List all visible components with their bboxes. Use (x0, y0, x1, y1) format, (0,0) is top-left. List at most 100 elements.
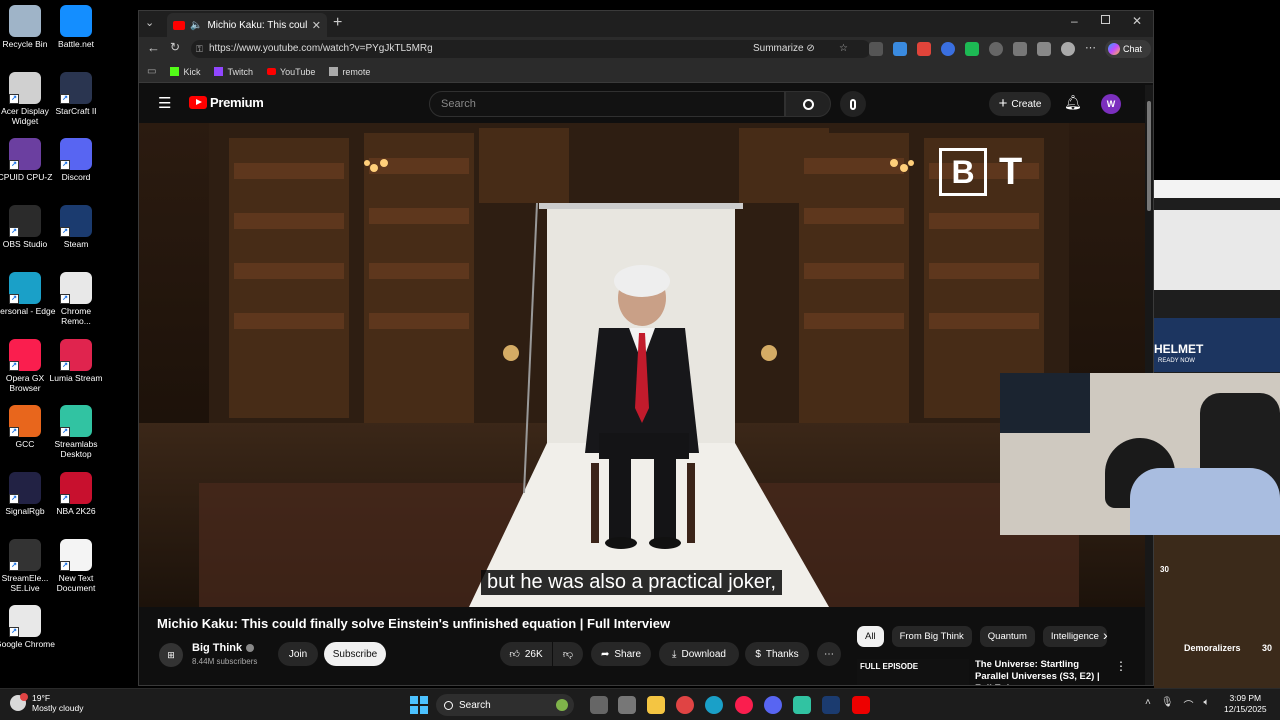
join-button[interactable]: Join (278, 642, 318, 666)
chips-next-icon[interactable]: › (1103, 627, 1108, 643)
shortcut-arrow-icon: ↗ (60, 493, 70, 504)
chip-quantum[interactable]: Quantum (979, 626, 1035, 647)
up-next-menu-icon[interactable]: ⋮ (1115, 659, 1127, 673)
voice-search-button[interactable] (840, 91, 866, 117)
up-next-thumbnail[interactable]: FULL EPISODE (857, 659, 969, 685)
shortcut-arrow-icon: ↗ (60, 93, 70, 104)
starcraft-icon: ↗ (60, 71, 92, 104)
desktop-icon[interactable]: ↗ Discord (45, 138, 107, 182)
up-next-title[interactable]: The Universe: Startling Parallel Univers… (975, 659, 1107, 685)
folder-icon[interactable] (647, 696, 665, 714)
file-explorer-app-icon[interactable] (618, 696, 636, 714)
start-button[interactable] (410, 696, 428, 714)
scrollbar-thumb[interactable] (1147, 101, 1151, 211)
notifications-bell-icon[interactable]: 🔔︎ (1064, 94, 1082, 111)
search-button[interactable] (785, 91, 831, 117)
copilot-chat-button[interactable]: Chat (1105, 40, 1151, 58)
desktop-icon[interactable]: ↗ Streamlabs Desktop (45, 405, 107, 459)
channel-name[interactable]: Big Think (192, 642, 255, 654)
youtube-premium-logo[interactable]: Premium (189, 95, 264, 110)
reading-view-icon[interactable]: ▭ (147, 66, 156, 77)
extension-icon[interactable] (869, 42, 883, 56)
desktop-icon[interactable]: ↗ StarCraft II (45, 71, 107, 116)
steam-taskbar-icon[interactable] (822, 696, 840, 714)
favorite-star-icon[interactable]: ☆ (839, 40, 848, 58)
thanks-button[interactable]: $ Thanks (745, 642, 809, 666)
extension-icon[interactable] (1013, 42, 1027, 56)
battlenet-icon (60, 5, 92, 37)
helmet-ad: HELMET READY NOW (1154, 318, 1280, 372)
profile-icon[interactable] (1061, 42, 1075, 56)
microphone-tray-icon[interactable]: 🎙︎ (1161, 697, 1174, 712)
bookmark-twitch[interactable]: Twitch (214, 67, 253, 77)
network-icon[interactable]: ⌒ (1184, 697, 1194, 712)
desktop-icon[interactable]: ↗ Google Chrome (0, 605, 56, 649)
url-field[interactable]: ⚿ https://www.youtube.com/watch?v=PYgJkT… (191, 40, 871, 58)
discord-taskbar-icon[interactable] (764, 696, 782, 714)
summarize-button[interactable]: Summarize ⊘ (753, 40, 815, 58)
volume-icon[interactable]: 🔈︎ (1204, 697, 1210, 712)
desktop-icon[interactable]: ↗ Chrome Remo... (45, 271, 107, 326)
close-window-button[interactable]: ✕ (1132, 14, 1142, 28)
tray-overflow-icon[interactable]: ˄ (1145, 697, 1151, 712)
webcam-person-shirt (1130, 468, 1280, 535)
youtube-header: ☰ Premium Search + Create 🔔︎ W (139, 85, 1153, 685)
chip-intelligence[interactable]: Intelligence (1042, 626, 1107, 647)
bookmark-remote[interactable]: remote (329, 67, 370, 77)
back-icon[interactable]: ← (147, 40, 160, 55)
opera-gx-taskbar-icon[interactable] (735, 696, 753, 714)
maximize-button[interactable] (1101, 15, 1110, 24)
desktop-icon[interactable]: ↗ NBA 2K26 (45, 471, 107, 516)
streamlabs-taskbar-icon[interactable] (793, 696, 811, 714)
desktop-icon[interactable]: ↗ New Text Document (45, 538, 107, 593)
dislike-button[interactable]: 👎︎ (553, 642, 583, 666)
like-button[interactable]: 👍︎ 26K (500, 642, 552, 666)
share-icon: ➦ (600, 648, 610, 660)
subscribe-button[interactable]: Subscribe (324, 642, 386, 666)
more-options-icon[interactable]: ⋯ (1085, 42, 1096, 56)
video-player[interactable]: B T but he was also a practical joker, (139, 123, 1145, 607)
edge-taskbar-icon[interactable] (705, 696, 723, 714)
clock[interactable]: 3:09 PM 12/15/2025 (1224, 693, 1267, 715)
bookmark-kick[interactable]: Kick (170, 67, 200, 77)
tab-bar: ⌄ 🔈 Michio Kaku: This could finall ✕ + –… (139, 11, 1153, 37)
desktop-icon[interactable]: ↗ Steam (45, 205, 107, 249)
desktop-icon[interactable]: Battle.net (45, 5, 107, 49)
tab-youtube[interactable]: 🔈 Michio Kaku: This could finall ✕ (167, 13, 327, 37)
chrome-taskbar-icon[interactable] (676, 696, 694, 714)
search-input[interactable]: Search (429, 91, 785, 117)
search-highlight-icon (556, 699, 568, 711)
extension-icon[interactable] (917, 42, 931, 56)
site-info-icon[interactable]: ⚿ (196, 40, 203, 58)
menu-icon[interactable]: ☰ (158, 94, 171, 112)
create-button[interactable]: + Create (989, 92, 1051, 116)
tab-actions-icon[interactable]: ⌄ (145, 16, 154, 29)
desktop-icon[interactable]: ↗ Lumia Stream (45, 338, 107, 383)
more-actions-button[interactable]: ⋯ (817, 642, 841, 666)
new-tab-button[interactable]: + (333, 14, 342, 32)
bookmark-youtube[interactable]: YouTube (266, 67, 315, 77)
chip-from-big-think[interactable]: From Big Think (891, 626, 972, 647)
extension-icon[interactable] (941, 42, 955, 56)
taskbar-search[interactable]: Search (436, 694, 574, 716)
youtube-taskbar-icon[interactable] (852, 696, 870, 714)
extension-icon[interactable] (965, 42, 979, 56)
weather-widget[interactable]: 19°F Mostly cloudy (10, 693, 84, 713)
close-tab-icon[interactable]: ✕ (312, 19, 321, 32)
share-button[interactable]: ➦ Share (591, 642, 651, 666)
chip-all[interactable]: All (857, 626, 884, 647)
audio-icon[interactable]: 🔈 (190, 20, 202, 31)
taskbar: 19°F Mostly cloudy Search ˄ 🎙︎ ⌒ 🔈︎ 3:09… (0, 688, 1280, 720)
account-avatar[interactable]: W (1101, 94, 1121, 114)
extension-icon[interactable] (893, 42, 907, 56)
refresh-icon[interactable]: ↻ (170, 40, 180, 54)
create-label: Create (1011, 98, 1042, 110)
channel-avatar[interactable]: ⊞ (159, 643, 183, 667)
download-button[interactable]: ⤓ Download (659, 642, 739, 666)
extension-icon[interactable] (989, 42, 1003, 56)
favorites-icon[interactable] (1037, 42, 1051, 56)
minimize-button[interactable]: – (1071, 14, 1078, 28)
like-count: 26K (524, 648, 543, 660)
task-view-icon[interactable] (590, 696, 608, 714)
score-a: 30 (1160, 565, 1169, 574)
